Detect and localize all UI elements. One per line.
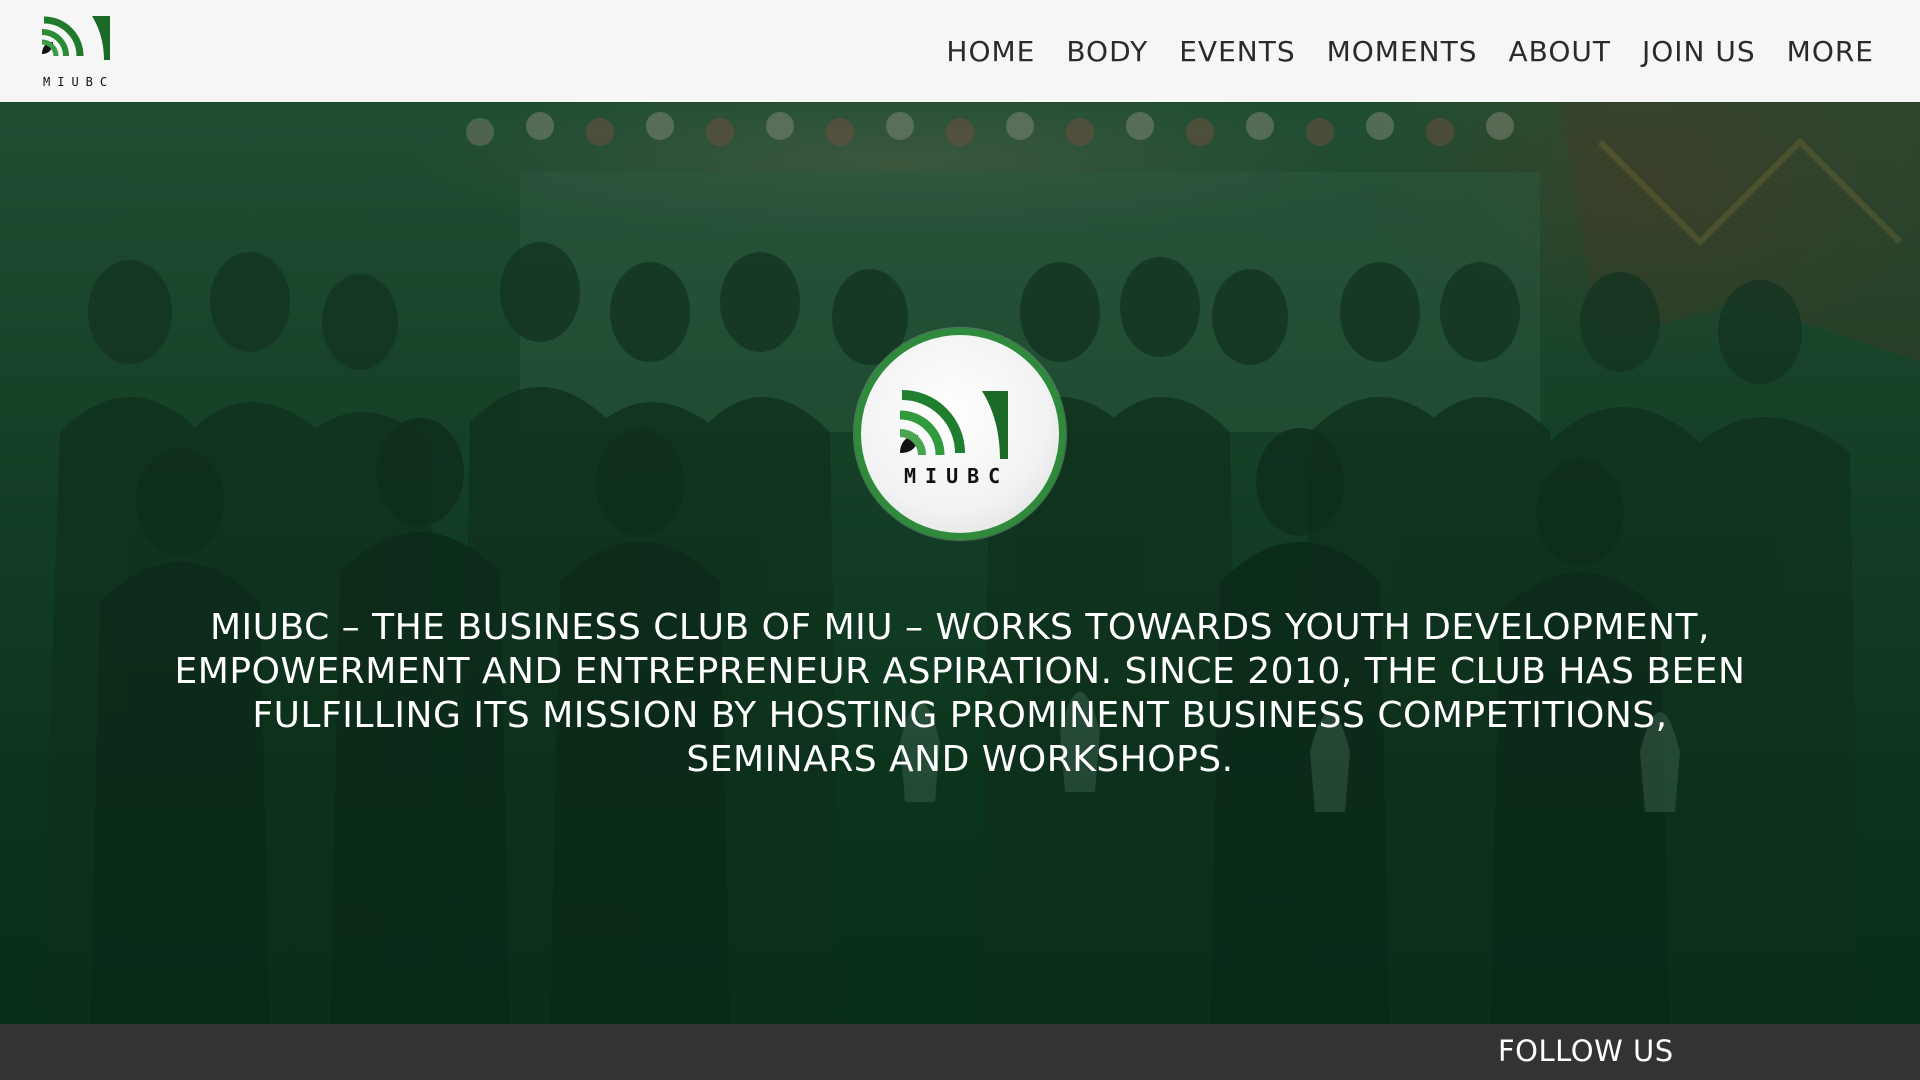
- nav-events[interactable]: EVENTS: [1179, 35, 1295, 68]
- logo-wordmark: MIUBC: [43, 75, 114, 89]
- miubc-logo-icon: MIUBC: [41, 16, 114, 89]
- center-logo-badge: MIUBC: [854, 328, 1066, 540]
- mission-statement: MIUBC – THE BUSINESS CLUB OF MIU – WORKS…: [174, 607, 1746, 780]
- nav-moments[interactable]: MOMENTS: [1327, 35, 1478, 68]
- badge-wordmark: MIUBC: [904, 464, 1009, 488]
- site-logo[interactable]: MIUBC: [38, 14, 128, 90]
- main-nav: HOME BODY EVENTS MOMENTS ABOUT JOIN US M…: [946, 0, 1874, 102]
- nav-home[interactable]: HOME: [946, 35, 1035, 68]
- follow-us-label: FOLLOW US: [1498, 1034, 1674, 1068]
- site-footer: FOLLOW US: [0, 1024, 1920, 1080]
- hero-section: MIUBC MIUBC – THE BUSINESS CLUB OF MIU –…: [0, 102, 1920, 1024]
- nav-join-us[interactable]: JOIN US: [1642, 35, 1756, 68]
- nav-more[interactable]: MORE: [1787, 35, 1874, 68]
- nav-body[interactable]: BODY: [1066, 35, 1148, 68]
- site-header: MIUBC HOME BODY EVENTS MOMENTS ABOUT JOI…: [0, 0, 1920, 102]
- nav-about[interactable]: ABOUT: [1508, 35, 1611, 68]
- green-overlay: [0, 102, 1920, 1024]
- miubc-logo-icon: MIUBC: [899, 390, 1009, 488]
